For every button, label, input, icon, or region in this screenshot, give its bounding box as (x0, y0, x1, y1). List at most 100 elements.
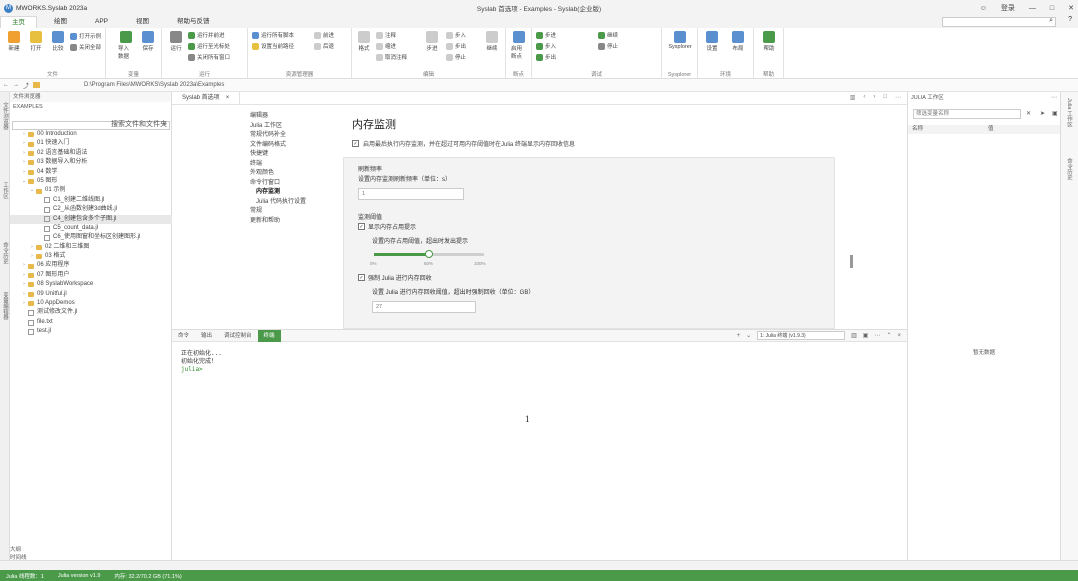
close-windows-button[interactable]: 关闭所有窗口 (188, 53, 230, 61)
compare-button[interactable]: 比较 (50, 31, 66, 52)
memory-monitor-checkbox[interactable]: ✓ (352, 140, 359, 147)
debug-step-in-button[interactable]: 步入 (536, 42, 556, 50)
rail-history[interactable]: 命令历史 (1, 242, 9, 264)
chevron-right-icon[interactable]: › (20, 290, 28, 299)
tree-folder[interactable]: › 01 快速入门 (10, 139, 172, 148)
chevron-down-icon[interactable]: ⌄ (28, 186, 36, 195)
tree-file[interactable]: C5_count_data.jl (10, 224, 172, 233)
maximize-button[interactable]: □ (1050, 5, 1054, 12)
delete-icon[interactable]: ▣ (1052, 110, 1058, 117)
global-search-input[interactable]: ⌕ (942, 17, 1056, 27)
tab-command[interactable]: 命令 (172, 330, 195, 342)
tree-folder[interactable]: › 08 SyslabWorkspace (10, 280, 172, 289)
settings-nav-item[interactable]: 命令行窗口 (250, 179, 306, 189)
forward-arrow-icon[interactable]: → (13, 82, 19, 88)
tree-folder[interactable]: › 09 Unitful.jl (10, 290, 172, 299)
settings-nav-item[interactable]: Julia 工作区 (250, 122, 306, 132)
more-icon[interactable]: ⋯ (895, 94, 901, 101)
close-button[interactable]: ✕ (1068, 4, 1074, 12)
run-to-cursor-button[interactable]: 运行至光标处 (188, 42, 230, 50)
tree-folder[interactable]: › 06 应用程序 (10, 261, 172, 270)
chevron-up-icon[interactable]: ⌃ (886, 332, 891, 339)
add-terminal-icon[interactable]: + (737, 333, 741, 339)
col-name[interactable]: 名称 (912, 125, 923, 134)
next-icon[interactable]: › (873, 94, 875, 101)
panel-more-icon[interactable]: ⋯ (1051, 94, 1057, 101)
rail-julia-workspace[interactable]: Julia 工作区 (1065, 98, 1073, 127)
tree-folder[interactable]: › 02 语言基础和语法 (10, 149, 172, 158)
uncomment-button[interactable]: 取消注释 (376, 53, 407, 61)
settings-nav-item[interactable]: 终端 (250, 160, 306, 170)
prev-icon[interactable]: ‹ (863, 94, 865, 101)
tab-debug-console[interactable]: 调试控制台 (218, 330, 258, 342)
chevron-right-icon[interactable]: › (20, 139, 28, 148)
forward-button[interactable]: 前进 (314, 31, 334, 39)
settings-nav-item[interactable]: Julia 代码执行设置 (250, 198, 306, 208)
split-terminal-icon[interactable]: ▥ (851, 332, 857, 339)
back-arrow-icon[interactable]: ← (3, 82, 9, 88)
sysplorer-button[interactable]: Sysplorer (668, 31, 692, 50)
menu-tab-plot[interactable]: 绘图 (43, 16, 78, 28)
tree-file[interactable]: C6_使用图窗和坐标区创建图形.jl (10, 233, 172, 242)
rail-file-browser[interactable]: 文件浏览器 (1, 102, 9, 130)
debug-stop-button[interactable]: 停止 (598, 42, 618, 50)
chevron-right-icon[interactable]: › (20, 261, 28, 270)
menu-tab-home[interactable]: 主页 (0, 16, 37, 28)
tree-file[interactable]: C2_从函数创建3d曲线.jl (10, 205, 172, 214)
col-value[interactable]: 值 (988, 125, 994, 134)
split-icon[interactable]: ▥ (850, 94, 856, 101)
open-example-button[interactable]: 打开示例 (70, 32, 101, 40)
open-button[interactable]: 打开 (28, 31, 44, 52)
more-icon[interactable]: ⋯ (874, 332, 880, 339)
run-advance-button[interactable]: 运行并前进 (188, 31, 225, 39)
tree-folder[interactable]: › 10 AppDemos (10, 299, 172, 308)
slider-knob[interactable] (425, 250, 433, 258)
memory-monitor-option[interactable]: ✓ 启用最后执行内存监测，并在超过可用内存阈值时在Julia 终端显示内存回收信息 (352, 139, 575, 148)
tree-file[interactable]: C1_创建二维线图.jl (10, 196, 172, 205)
variable-filter-input[interactable]: 筛选变量名称 (913, 109, 1021, 119)
chevron-right-icon[interactable]: › (20, 280, 28, 289)
indent-button[interactable]: 缩进 (376, 42, 396, 50)
tree-file[interactable]: C4_创建包含多个子图.jl (10, 214, 172, 224)
continue-button[interactable]: 继续 (484, 31, 500, 52)
menu-tab-help[interactable]: 帮助与反馈 (166, 16, 221, 28)
settings-nav-item[interactable]: 快捷键 (250, 150, 306, 160)
rail-command-history[interactable]: 命令历史 (1065, 158, 1073, 180)
chevron-right-icon[interactable]: › (20, 149, 28, 158)
menu-tab-view[interactable]: 视图 (125, 16, 160, 28)
dropdown-icon[interactable]: ⌄ (746, 332, 751, 339)
settings-nav-item[interactable]: 更新和帮助 (250, 217, 306, 227)
tree-file[interactable]: test.jl (10, 327, 172, 336)
login-link[interactable]: 登录 (1001, 3, 1015, 13)
root-folder[interactable]: EXAMPLES (10, 102, 171, 112)
tree-folder[interactable]: › 03 格式 (10, 252, 172, 261)
chevron-right-icon[interactable]: › (20, 168, 28, 177)
outline-section[interactable]: 大纲 (10, 545, 172, 553)
run-all-scripts-button[interactable]: 运行所有脚本 (252, 31, 294, 39)
user-icon[interactable]: ☺ (980, 5, 987, 12)
debug-continue-button[interactable]: 继续 (598, 31, 618, 39)
clear-filter-icon[interactable]: ✕ (1026, 110, 1031, 117)
tree-folder[interactable]: ⌄ 01 示例 (10, 186, 172, 195)
chevron-right-icon[interactable]: › (28, 243, 36, 252)
breakpoint-button[interactable]: 启用断点 (511, 31, 527, 60)
settings-nav-item[interactable]: 内存监测 (250, 188, 306, 198)
chevron-down-icon[interactable]: ⌄ (20, 177, 28, 186)
tree-folder[interactable]: › 02 二维和三维图 (10, 243, 172, 252)
step-button[interactable]: 步进 (424, 31, 440, 52)
memory-threshold-slider[interactable] (374, 250, 484, 258)
chevron-right-icon[interactable]: › (20, 299, 28, 308)
tree-folder[interactable]: › 04 数学 (10, 168, 172, 177)
tree-file[interactable]: file.txt (10, 318, 172, 327)
save-button[interactable]: 保存 (140, 31, 156, 52)
layout-button[interactable]: 布局 (730, 31, 746, 52)
rail-var-editor[interactable]: 变量编辑器 (1, 292, 9, 320)
tree-file[interactable]: 测试修改文件.jl (10, 308, 172, 317)
back-button[interactable]: 后退 (314, 42, 334, 50)
chevron-right-icon[interactable]: › (20, 158, 28, 167)
chevron-right-icon[interactable]: › (20, 130, 28, 139)
trash-icon[interactable]: ▣ (863, 332, 869, 339)
scrollbar-thumb[interactable] (850, 255, 853, 268)
debug-step-out-button[interactable]: 步出 (536, 53, 556, 61)
settings-nav-item[interactable]: 常规 (250, 207, 306, 217)
